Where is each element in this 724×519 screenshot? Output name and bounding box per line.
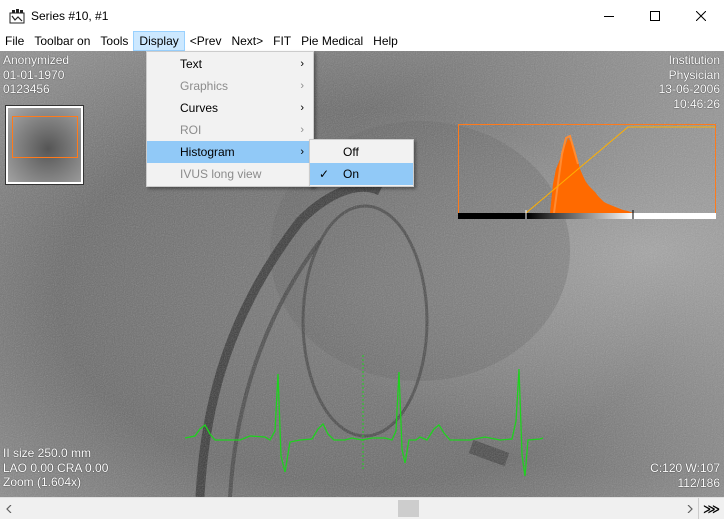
display-menu-graphics: Graphics › (180, 79, 304, 93)
menu-tools[interactable]: Tools (95, 31, 133, 51)
minimize-icon (604, 15, 614, 17)
display-menu-ivus-long-view: IVUS long view (180, 167, 262, 181)
angulation: LAO 0.00 CRA 0.00 (3, 460, 109, 475)
chevron-right-icon: › (300, 124, 304, 136)
chevron-right-icon (687, 504, 693, 513)
chevron-left-icon (5, 504, 11, 513)
maximize-icon (650, 10, 660, 21)
ii-size: II size 250.0 mm (3, 446, 92, 460)
title-bar: Series #10, #1 (0, 0, 724, 31)
close-button[interactable] (678, 0, 724, 31)
checkmark-icon: ✓ (319, 167, 330, 181)
menu-fit[interactable]: FIT (268, 31, 296, 51)
acquisition-info: II size 250.0 mm LAO 0.00 CRA 0.00 Zoom … (3, 446, 108, 490)
zoom-level: Zoom (1.604x) (3, 475, 82, 489)
histogram-submenu: Off ✓ On (309, 139, 414, 187)
display-menu-text[interactable]: Text › (147, 53, 313, 75)
menu-pie-medical[interactable]: Pie Medical (296, 31, 368, 51)
frame-counter: 112/186 (677, 475, 721, 490)
scroll-right-button[interactable] (681, 498, 698, 519)
scroll-left-button[interactable] (0, 498, 17, 519)
scrollbar-thumb[interactable] (398, 500, 419, 517)
display-menu: Text › Graphics › Curves › ROI › Histogr… (146, 51, 314, 187)
next-series-button[interactable]: ⋙ (698, 498, 724, 519)
window-title: Series #10, #1 (31, 8, 109, 23)
menu-help[interactable]: Help (368, 31, 403, 51)
close-icon (696, 10, 706, 21)
app-icon (9, 8, 25, 24)
menu-toolbar-on[interactable]: Toolbar on (29, 31, 95, 51)
menu-file[interactable]: File (0, 31, 29, 51)
display-menu-histogram[interactable]: Histogram › (147, 141, 313, 163)
window-level-info: C:120 W:107 112/186 (650, 461, 720, 490)
chevron-right-icon: › (300, 80, 304, 92)
image-viewer[interactable]: Anonymized 01-01-1970 0123456 Institutio… (0, 51, 724, 497)
histogram-off-item[interactable]: Off (310, 141, 413, 163)
chevron-right-icon: › (300, 58, 304, 70)
menu-prev[interactable]: <Prev (185, 31, 227, 51)
display-menu-roi: ROI › (180, 123, 304, 137)
histogram-on-item[interactable]: ✓ On (310, 163, 413, 185)
minimize-button[interactable] (586, 0, 632, 31)
ecg-curve (184, 355, 544, 477)
window-center-width: C:120 W:107 (650, 461, 720, 475)
menu-bar: File Toolbar on Tools Display <Prev Next… (0, 31, 724, 51)
chevron-right-icon: › (300, 146, 304, 158)
maximize-button[interactable] (632, 0, 678, 31)
menu-next[interactable]: Next> (226, 31, 268, 51)
chevron-right-icon: › (300, 102, 304, 114)
fast-forward-icon: ⋙ (702, 501, 721, 516)
horizontal-scrollbar[interactable]: ⋙ (0, 497, 724, 519)
menu-display[interactable]: Display (133, 31, 185, 51)
display-menu-curves[interactable]: Curves › (147, 97, 313, 119)
